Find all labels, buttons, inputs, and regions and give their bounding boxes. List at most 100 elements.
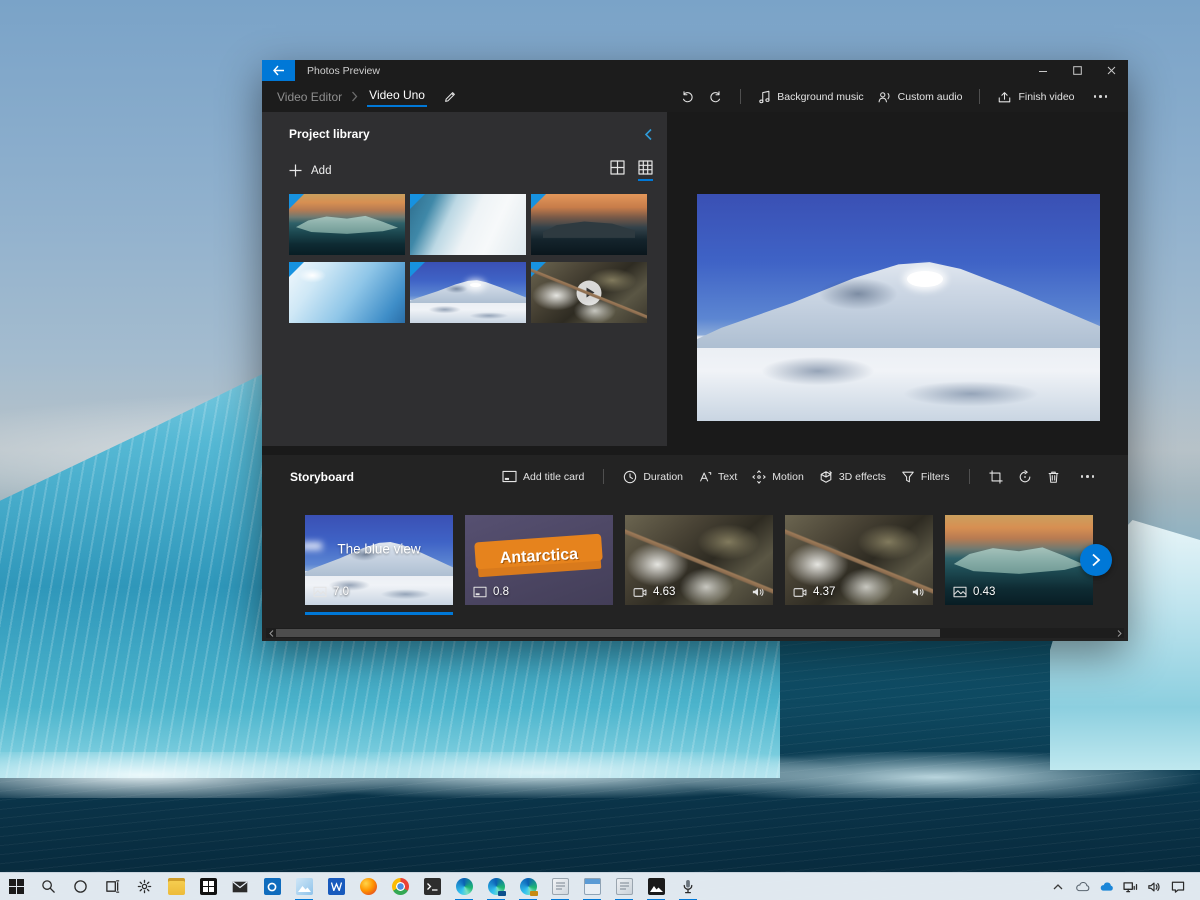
start-button[interactable] [1, 873, 31, 900]
toolbar-divider [740, 89, 742, 104]
firefox-button[interactable] [353, 873, 383, 900]
edge-dev-button[interactable] [513, 873, 543, 900]
file-explorer-button[interactable] [161, 873, 191, 900]
library-toolbar: Add [289, 160, 653, 181]
added-badge-icon [289, 194, 304, 209]
outlook-button[interactable] [257, 873, 287, 900]
notepad-button[interactable] [545, 873, 575, 900]
edge-dev-icon [519, 878, 538, 896]
storyboard-more-button[interactable] [1075, 475, 1101, 478]
menubar: Video Editor Video Uno Background music … [262, 81, 1128, 112]
microphone-icon [683, 879, 693, 894]
back-button[interactable] [262, 60, 295, 81]
store-button[interactable] [193, 873, 223, 900]
delete-button[interactable] [1047, 470, 1060, 484]
cortana-button[interactable] [65, 873, 95, 900]
onedrive-personal-button[interactable] [1070, 873, 1094, 900]
collapse-library-button[interactable] [644, 128, 653, 141]
finish-video-button[interactable]: Finish video [997, 90, 1075, 104]
minimize-icon [1039, 70, 1047, 72]
storyboard-card-antarctica[interactable]: Antarctica 0.8 [465, 515, 613, 605]
storyboard-card-stream-2[interactable]: 4.37 [785, 515, 933, 605]
cloud-icon [1075, 881, 1089, 891]
crop-button[interactable] [988, 469, 1003, 484]
back-arrow-icon [273, 65, 284, 76]
scroll-right-arrow[interactable] [1114, 629, 1124, 637]
title-card-icon [473, 586, 487, 598]
settings-button[interactable] [129, 873, 159, 900]
motion-button[interactable]: Motion [752, 469, 804, 484]
photos-app-button[interactable] [289, 873, 319, 900]
search-button[interactable] [33, 873, 63, 900]
video-play-overlay-icon [576, 280, 602, 305]
word-button[interactable] [321, 873, 351, 900]
scroll-left-arrow[interactable] [266, 629, 276, 637]
library-thumb-mountain[interactable] [410, 262, 526, 323]
notepad-2-button[interactable] [609, 873, 639, 900]
storyboard-card-blue-view[interactable]: The blue view 7.0 [305, 515, 453, 605]
terminal-button[interactable] [417, 873, 447, 900]
storyboard-scrollbar[interactable] [266, 628, 1124, 638]
onedrive-business-button[interactable] [1094, 873, 1118, 900]
library-thumb-ice-wall[interactable] [410, 194, 526, 255]
edge-icon [455, 878, 473, 895]
storyboard-card-stream-1[interactable]: 4.63 [625, 515, 773, 605]
add-media-button[interactable]: Add [289, 164, 331, 177]
minimize-button[interactable] [1026, 60, 1060, 81]
finish-video-label: Finish video [1018, 90, 1075, 103]
effects-3d-button[interactable]: 3D effects [819, 470, 886, 484]
card-duration: 0.43 [953, 586, 995, 598]
scrollbar-thumb[interactable] [276, 629, 940, 637]
library-thumb-iceberg-sunset[interactable] [289, 194, 405, 255]
volume-button[interactable] [1142, 873, 1166, 900]
rotate-icon [1019, 469, 1030, 482]
library-title: Project library [289, 127, 370, 141]
grid-3x3-icon [638, 160, 653, 175]
library-thumb-iceberg-dusk[interactable] [531, 194, 647, 255]
chrome-button[interactable] [385, 873, 415, 900]
storyboard-title: Storyboard [290, 469, 355, 484]
library-thumb-stream-video[interactable] [531, 262, 647, 323]
system-tray [1046, 873, 1200, 900]
filters-button[interactable]: Filters [901, 470, 950, 484]
app-window-button[interactable] [577, 873, 607, 900]
background-music-button[interactable]: Background music [758, 90, 864, 104]
text-button[interactable]: Text [698, 470, 737, 484]
storyboard-card-iceberg[interactable]: 0.43 [945, 515, 1093, 605]
toolbar-divider [603, 469, 605, 484]
add-title-card-button[interactable]: Add title card [502, 470, 584, 483]
task-view-button[interactable] [97, 873, 127, 900]
music-note-icon [759, 90, 770, 103]
library-thumb-ice-slope[interactable] [289, 262, 405, 323]
grid-large-toggle[interactable] [638, 160, 653, 181]
undo-button[interactable] [680, 90, 695, 104]
editor-content: Project library Add [262, 112, 1128, 484]
close-button[interactable] [1094, 60, 1128, 81]
undo-icon [683, 90, 693, 102]
breadcrumb-chevron-icon [351, 91, 358, 102]
card-title-overlay: The blue view [337, 541, 421, 557]
edge-button[interactable] [449, 873, 479, 900]
maximize-button[interactable] [1060, 60, 1094, 81]
breadcrumb-video-editor[interactable]: Video Editor [277, 90, 342, 104]
duration-button[interactable]: Duration [623, 470, 683, 484]
pan-arrows-icon [752, 469, 766, 484]
edge-beta-button[interactable] [481, 873, 511, 900]
video-preview[interactable] [697, 194, 1100, 421]
scroll-next-button[interactable] [1080, 544, 1112, 576]
redo-button[interactable] [708, 90, 723, 104]
more-options-button[interactable] [1088, 95, 1114, 98]
edge-beta-icon [487, 878, 506, 896]
network-button[interactable] [1118, 873, 1142, 900]
grid-small-toggle[interactable] [610, 160, 625, 181]
plus-icon [289, 164, 302, 177]
voice-recorder-button[interactable] [673, 873, 703, 900]
rename-project-button[interactable] [443, 90, 457, 104]
action-center-button[interactable] [1166, 873, 1190, 900]
custom-audio-button[interactable]: Custom audio [877, 90, 962, 104]
photos-viewer-button[interactable] [641, 873, 671, 900]
mail-button[interactable] [225, 873, 255, 900]
project-name-tab[interactable]: Video Uno [367, 86, 427, 107]
rotate-button[interactable] [1018, 469, 1032, 484]
tray-expand-button[interactable] [1046, 873, 1070, 900]
